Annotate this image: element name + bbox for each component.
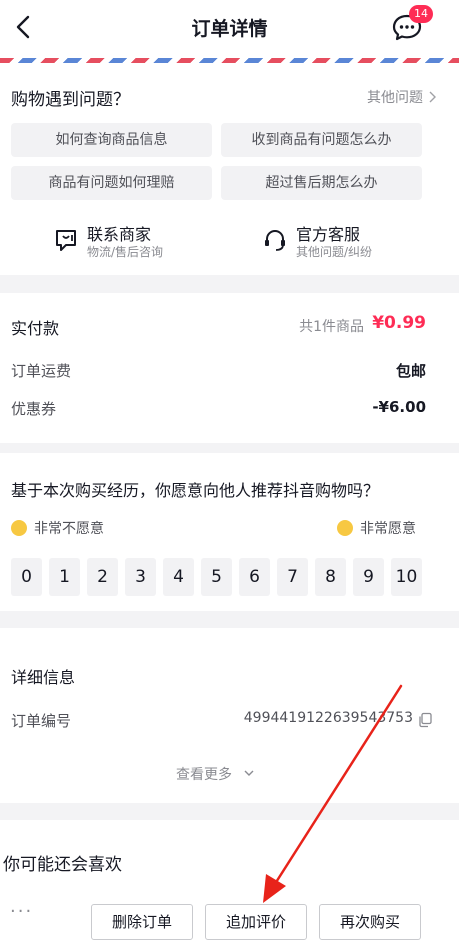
score-option[interactable]: 4	[163, 558, 194, 596]
survey-question: 基于本次购买经历，你愿意向他人推荐抖音购物吗？	[11, 481, 380, 500]
problem-card: 购物遇到问题？ 其他问题 如何查询商品信息 收到商品有问题怎么办 商品有问题如何…	[0, 63, 459, 275]
copy-icon[interactable]	[417, 712, 433, 728]
score-option[interactable]: 10	[391, 558, 422, 596]
problem-title: 购物遇到问题？	[11, 90, 130, 110]
unhappy-face-icon	[11, 520, 27, 536]
quick-question-button[interactable]: 超过售后期怎么办	[221, 166, 422, 200]
add-review-button[interactable]: 追加评价	[205, 904, 307, 940]
more-options-button[interactable]: ···	[10, 901, 33, 922]
high-score-label: 非常愿意	[360, 521, 416, 537]
store-chat-icon	[56, 230, 76, 251]
score-option[interactable]: 6	[239, 558, 270, 596]
item-count: 共1件商品	[299, 319, 364, 335]
service-subtitle: 物流/售后咨询	[87, 245, 164, 259]
recommendation-title: 你可能还会喜欢	[3, 855, 122, 875]
coupon-label: 优惠券	[11, 400, 57, 418]
quick-question-button[interactable]: 商品有问题如何理赔	[11, 166, 212, 200]
headset-icon	[265, 230, 285, 251]
low-score-label: 非常不愿意	[34, 521, 104, 537]
service-subtitle: 其他问题/纠纷	[296, 245, 373, 259]
payment-card: 实付款 共1件商品 ¥0.99 订单运费 包邮 优惠券 -¥6.00	[0, 293, 459, 443]
other-problems-link[interactable]: 其他问题	[367, 87, 423, 107]
order-number: 4994419122639543753	[243, 710, 413, 726]
nps-survey-card: 基于本次购买经历，你愿意向他人推荐抖音购物吗？ 非常不愿意 非常愿意 0 1 2…	[0, 453, 459, 611]
buy-again-button[interactable]: 再次购买	[319, 904, 421, 940]
message-badge: 14	[409, 5, 433, 23]
delete-order-button[interactable]: 删除订单	[91, 904, 193, 940]
bottom-action-bar: ··· 删除订单 追加评价 再次购买	[0, 893, 459, 943]
happy-face-icon	[337, 520, 353, 536]
quick-question-button[interactable]: 收到商品有问题怎么办	[221, 123, 422, 157]
shipping-label: 订单运费	[11, 362, 72, 380]
score-option[interactable]: 2	[87, 558, 118, 596]
paid-price: ¥0.99	[372, 313, 426, 333]
score-option[interactable]: 1	[49, 558, 80, 596]
shipping-value: 包邮	[395, 362, 426, 380]
chevron-right-icon	[429, 91, 436, 103]
score-option[interactable]: 0	[11, 558, 42, 596]
details-title: 详细信息	[11, 668, 76, 687]
service-title: 官方客服	[296, 225, 361, 244]
score-option[interactable]: 5	[201, 558, 232, 596]
view-more-link[interactable]: 查看更多	[176, 764, 232, 784]
service-title: 联系商家	[87, 225, 152, 244]
header-bar: 订单详情 14	[0, 0, 459, 58]
score-option[interactable]: 9	[353, 558, 384, 596]
official-support-button[interactable]: 官方客服 其他问题/纠纷	[262, 221, 422, 261]
order-details-card: 详细信息 订单编号 4994419122639543753 查看更多	[0, 628, 459, 803]
order-number-label: 订单编号	[11, 712, 72, 730]
coupon-value: -¥6.00	[372, 398, 426, 416]
chevron-down-icon	[244, 770, 254, 776]
score-option[interactable]: 8	[315, 558, 346, 596]
score-option[interactable]: 7	[277, 558, 308, 596]
score-option[interactable]: 3	[125, 558, 156, 596]
contact-merchant-button[interactable]: 联系商家 物流/售后咨询	[53, 221, 213, 261]
quick-question-button[interactable]: 如何查询商品信息	[11, 123, 212, 157]
paid-amount-label: 实付款	[11, 319, 60, 338]
